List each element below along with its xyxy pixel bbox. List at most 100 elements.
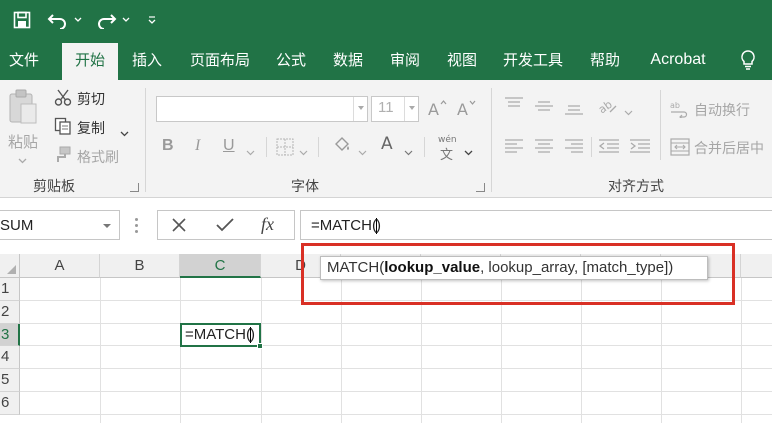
row-header-4[interactable]: 4 (0, 346, 20, 369)
tab-page-layout[interactable]: 页面布局 (180, 40, 260, 80)
grid-line (20, 323, 772, 324)
increase-indent-icon[interactable] (629, 139, 651, 156)
column-header-b[interactable]: B (100, 254, 180, 278)
phonetic-dropdown-icon[interactable] (464, 144, 473, 159)
merge-center-label[interactable]: 合并后居中 (694, 138, 764, 158)
phonetic-button[interactable]: 文 (440, 144, 453, 163)
redo-icon[interactable] (92, 0, 120, 40)
column-header-c[interactable]: C (180, 254, 261, 278)
italic-button[interactable]: I (195, 137, 200, 155)
check-icon[interactable] (216, 217, 234, 236)
close-icon[interactable] (172, 218, 186, 235)
row-header-3[interactable]: 3 (0, 324, 20, 346)
align-center-icon[interactable] (534, 139, 554, 156)
name-box[interactable]: SUM (0, 210, 120, 240)
row-header-5[interactable]: 5 (0, 369, 20, 392)
select-all-button[interactable] (0, 254, 20, 278)
formula-text-after-cursor: ) (375, 217, 381, 234)
group-divider (491, 88, 492, 192)
cut-button-label[interactable]: 剪切 (77, 89, 105, 109)
top-align-icon[interactable] (504, 97, 524, 114)
copy-icon[interactable] (54, 117, 72, 138)
clipboard-group-label: 剪贴板 (33, 179, 75, 195)
tab-formulas[interactable]: 公式 (266, 40, 316, 80)
row-header-2[interactable]: 2 (0, 301, 20, 324)
fill-color-icon[interactable] (332, 136, 352, 159)
tab-home[interactable]: 开始 (62, 43, 118, 80)
scissors-icon[interactable] (54, 89, 72, 110)
undo-icon[interactable] (44, 0, 72, 40)
font-color-dropdown-icon[interactable] (404, 144, 413, 159)
font-color-button[interactable]: A (381, 134, 393, 154)
borders-icon[interactable] (276, 138, 294, 159)
column-header[interactable] (741, 254, 772, 278)
grid-line (20, 391, 772, 392)
font-name-combo[interactable] (156, 96, 368, 122)
undo-dropdown-icon[interactable] (72, 0, 84, 40)
group-divider (145, 88, 146, 192)
bottom-align-icon[interactable] (564, 103, 584, 120)
underline-button[interactable]: U (223, 137, 235, 155)
clipboard-dialog-launcher[interactable] (130, 183, 139, 192)
bold-button[interactable]: B (162, 137, 174, 155)
tab-file[interactable]: 文件 (0, 40, 48, 80)
cell-text-before-cursor: =MATCH( (185, 326, 251, 343)
tab-developer[interactable]: 开发工具 (494, 40, 572, 80)
fill-color-dropdown-icon[interactable] (358, 144, 367, 159)
copy-dropdown-icon[interactable] (120, 125, 129, 140)
format-painter-icon[interactable] (54, 146, 72, 167)
chevron-down-icon[interactable] (404, 97, 418, 121)
tab-review[interactable]: 审阅 (380, 40, 430, 80)
font-dialog-launcher[interactable] (476, 183, 485, 192)
formula-text-before-cursor: =MATCH( (311, 217, 377, 234)
lightbulb-icon[interactable] (733, 40, 763, 80)
tab-insert[interactable]: 插入 (120, 40, 174, 80)
decrease-font-size-icon[interactable]: A (457, 99, 477, 120)
underline-dropdown-icon[interactable] (246, 144, 255, 159)
divider (660, 90, 661, 160)
formula-text: =MATCH() (311, 217, 381, 235)
decrease-indent-icon[interactable] (598, 139, 620, 156)
tab-acrobat[interactable]: Acrobat (638, 40, 718, 80)
tab-data[interactable]: 数据 (322, 40, 374, 80)
chevron-down-icon[interactable] (103, 224, 111, 228)
font-size-combo[interactable]: 11 (371, 96, 419, 122)
formula-input[interactable]: =MATCH() (300, 210, 772, 240)
orientation-dropdown-icon[interactable] (624, 104, 633, 119)
svg-text:ab: ab (670, 101, 680, 110)
formula-bar-splitter[interactable] (135, 218, 138, 234)
paste-icon[interactable] (7, 88, 39, 129)
tab-view[interactable]: 视图 (436, 40, 488, 80)
paste-dropdown-icon[interactable] (18, 152, 27, 167)
align-left-icon[interactable] (504, 139, 524, 156)
column-header-a[interactable]: A (20, 254, 100, 278)
customize-icon[interactable] (144, 0, 160, 40)
orientation-icon[interactable]: ab (596, 96, 618, 117)
middle-align-icon[interactable] (534, 100, 554, 117)
increase-font-size-icon[interactable]: A (428, 99, 448, 120)
merge-center-icon[interactable] (670, 138, 690, 159)
alignment-group-label: 对齐方式 (608, 179, 664, 195)
name-box-value: SUM (0, 217, 34, 234)
row-header-1[interactable]: 1 (0, 278, 20, 301)
active-cell-c3[interactable]: =MATCH() (180, 323, 263, 349)
font-size-value: 11 (378, 99, 394, 116)
save-icon[interactable] (10, 0, 34, 40)
paste-button-label[interactable]: 粘贴 (8, 131, 38, 152)
wrap-text-icon[interactable]: ab (670, 100, 690, 121)
divider (318, 137, 319, 157)
borders-dropdown-icon[interactable] (299, 144, 308, 159)
redo-dropdown-icon[interactable] (120, 0, 132, 40)
align-right-icon[interactable] (564, 139, 584, 156)
tab-help[interactable]: 帮助 (578, 40, 632, 80)
copy-button-label[interactable]: 复制 (77, 118, 105, 138)
chevron-down-icon[interactable] (353, 97, 367, 121)
ribbon-tabs: 文件 开始 插入 页面布局 公式 数据 审阅 视图 开发工具 帮助 Acroba… (0, 40, 772, 80)
fill-handle[interactable] (257, 343, 263, 349)
wrap-text-label[interactable]: 自动换行 (694, 100, 750, 120)
divider (266, 137, 267, 157)
format-painter-label[interactable]: 格式刷 (77, 147, 119, 167)
row-header-6[interactable]: 6 (0, 392, 20, 415)
insert-function-button[interactable]: fx (261, 214, 274, 235)
grid-line (20, 368, 772, 369)
